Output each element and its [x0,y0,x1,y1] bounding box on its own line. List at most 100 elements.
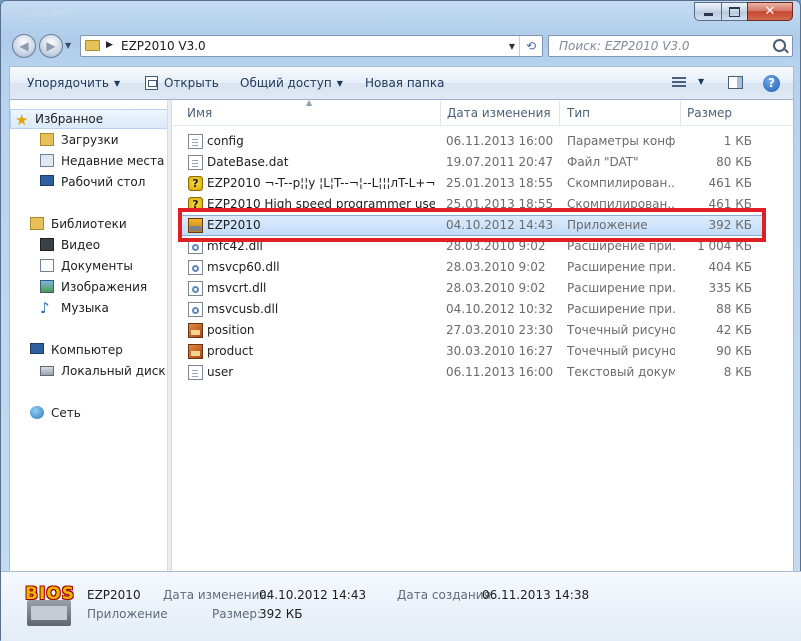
refresh-button[interactable]: ⟲ [519,36,542,56]
file-date: 06.11.2013 16:00 [446,365,554,379]
bios-logo-text: BIOS [25,584,75,604]
file-date: 04.10.2012 10:32 [446,302,554,316]
file-row[interactable]: msvcp60.dll 28.03.2010 9:02 Расширение п… [180,257,766,278]
sidebar-item-documents[interactable]: Документы [10,256,167,276]
file-size: 1 КБ [723,134,752,148]
open-button[interactable]: Открыть [164,76,219,90]
open-app-icon [145,76,158,90]
file-name: position [207,323,255,337]
sidebar-item-computer[interactable]: Компьютер [10,340,167,360]
sidebar-item-images[interactable]: Изображения [10,277,167,297]
file-date: 27.03.2010 23:30 [446,323,554,337]
details-modified-value: 04.10.2012 14:43 [259,588,367,602]
dll-file-icon [188,302,203,317]
file-size: 42 КБ [716,323,752,337]
share-button[interactable]: Общий доступ ▼ [240,76,343,90]
file-row[interactable]: msvcrt.dll 28.03.2010 9:02 Расширение пр… [180,278,766,299]
back-button[interactable]: ◀ [12,34,36,58]
sidebar-item-video[interactable]: Видео [10,235,167,255]
video-library-icon [40,238,54,251]
details-created-label: Дата создания: [397,588,495,602]
star-icon: ★ [15,111,29,129]
file-type: Скомпилирован... [567,176,675,190]
column-name[interactable]: Имя [187,106,212,120]
sort-ascending-icon: ▲ [306,100,313,107]
sidebar-label: Компьютер [51,343,123,357]
minimize-button[interactable] [694,2,721,21]
column-header-row: ▲ Имя Дата изменения Тип Размер [172,100,793,126]
sidebar-item-favorites[interactable]: ★ Избранное [10,109,167,129]
details-pane: BIOS EZP2010 Приложение Дата изменения: … [1,571,801,641]
view-options-icon[interactable] [672,77,686,89]
file-name: EZP2010 ¬-T--р¦¦у ¦L¦T--¬¦--L¦¦¦лT-L+¬з.… [207,176,435,190]
file-name: DateBase.dat [207,155,289,169]
file-type: Текстовый докум... [567,365,675,379]
recent-pages-dropdown[interactable]: ▼ [65,41,71,50]
sidebar-label: Библиотеки [51,217,127,231]
column-divider[interactable] [680,101,681,125]
search-box[interactable]: Поиск: EZP2010 V3.0 [548,35,793,57]
column-type[interactable]: Тип [567,106,590,120]
file-row[interactable]: config 06.11.2013 16:00 Параметры конф..… [180,131,766,152]
column-divider[interactable] [440,101,441,125]
chm-help-icon: ? [188,176,203,191]
selection-highlight-annotation [178,208,766,242]
sidebar-item-music[interactable]: ♪ Музыка [10,298,167,318]
file-name: msvcusb.dll [207,302,279,316]
file-row[interactable]: msvcusb.dll 04.10.2012 10:32 Расширение … [180,299,766,320]
file-name: msvcp60.dll [207,260,280,274]
sidebar-item-desktop[interactable]: Рабочий стол [10,172,167,192]
file-size: 335 КБ [708,281,752,295]
sidebar-item-downloads[interactable]: Загрузки [10,130,167,150]
preview-pane-icon[interactable] [728,76,743,89]
breadcrumb-chevron-icon[interactable]: ▶ [106,40,113,50]
bios-app-large-icon: BIOS [25,584,75,628]
maximize-button[interactable] [721,2,747,21]
column-date[interactable]: Дата изменения [447,106,551,120]
back-arrow-icon: ◀ [19,39,29,53]
sidebar-label: Избранное [35,112,104,126]
address-bar[interactable]: ▶ EZP2010 V3.0 ▼ ⟲ [80,35,543,57]
search-input[interactable]: Поиск: EZP2010 V3.0 [559,39,690,53]
file-size: 90 КБ [716,344,752,358]
column-size[interactable]: Размер [687,106,732,120]
file-name: config [207,134,244,148]
file-row[interactable]: ? EZP2010 ¬-T--р¦¦у ¦L¦T--¬¦--L¦¦¦лT-L+¬… [180,173,766,194]
address-dropdown-icon[interactable]: ▼ [509,42,515,51]
file-row[interactable]: position 27.03.2010 23:30 Точечный рисун… [180,320,766,341]
file-date: 28.03.2010 9:02 [446,281,546,295]
sidebar-item-network[interactable]: Сеть [10,403,167,423]
sidebar-label: Видео [61,238,101,252]
organize-label: Упорядочить [27,76,109,90]
explorer-window: Untitled ✕ ◀ ▶ ▼ ▶ EZP2010 V3.0 ▼ ⟲ Поис… [0,0,801,641]
file-date: 06.11.2013 16:00 [446,134,554,148]
sidebar-label: Рабочий стол [61,175,146,189]
file-row[interactable]: user 06.11.2013 16:00 Текстовый докум...… [180,362,766,383]
sidebar-label: Изображения [61,280,148,294]
file-row[interactable]: product 30.03.2010 16:27 Точечный рисуно… [180,341,766,362]
new-folder-button[interactable]: Новая папка [365,76,444,90]
close-button[interactable]: ✕ [747,2,793,21]
details-modified-label: Дата изменения: [163,588,271,602]
sidebar-label: Недавние места [61,154,165,168]
command-bar: Упорядочить ▼ Открыть Общий доступ ▼ Новая… [9,66,794,100]
breadcrumb-current[interactable]: EZP2010 V3.0 [121,39,206,53]
sidebar-item-recent[interactable]: Недавние места [10,151,167,171]
sidebar-item-local-disk[interactable]: Локальный диск (C:) [10,361,167,381]
column-divider[interactable] [559,101,560,125]
sidebar-label: Сеть [51,406,81,420]
help-icon[interactable]: ? [763,75,780,92]
file-list[interactable]: ▲ Имя Дата изменения Тип Размер config 0… [172,100,794,571]
organize-button[interactable]: Упорядочить ▼ [27,76,120,90]
sidebar-item-libraries[interactable]: Библиотеки [10,214,167,234]
navigation-pane[interactable]: ★ Избранное Загрузки Недавние места Рабо… [9,100,167,571]
file-name: user [207,365,234,379]
libraries-icon [30,217,44,230]
forward-button[interactable]: ▶ [39,34,63,58]
search-icon[interactable] [773,39,786,52]
minimize-icon [703,13,713,16]
file-row[interactable]: DateBase.dat 19.07.2011 20:47 Файл "DAT"… [180,152,766,173]
view-dropdown-icon[interactable]: ▼ [698,77,704,86]
file-size: 88 КБ [716,302,752,316]
file-date: 19.07.2011 20:47 [446,155,554,169]
